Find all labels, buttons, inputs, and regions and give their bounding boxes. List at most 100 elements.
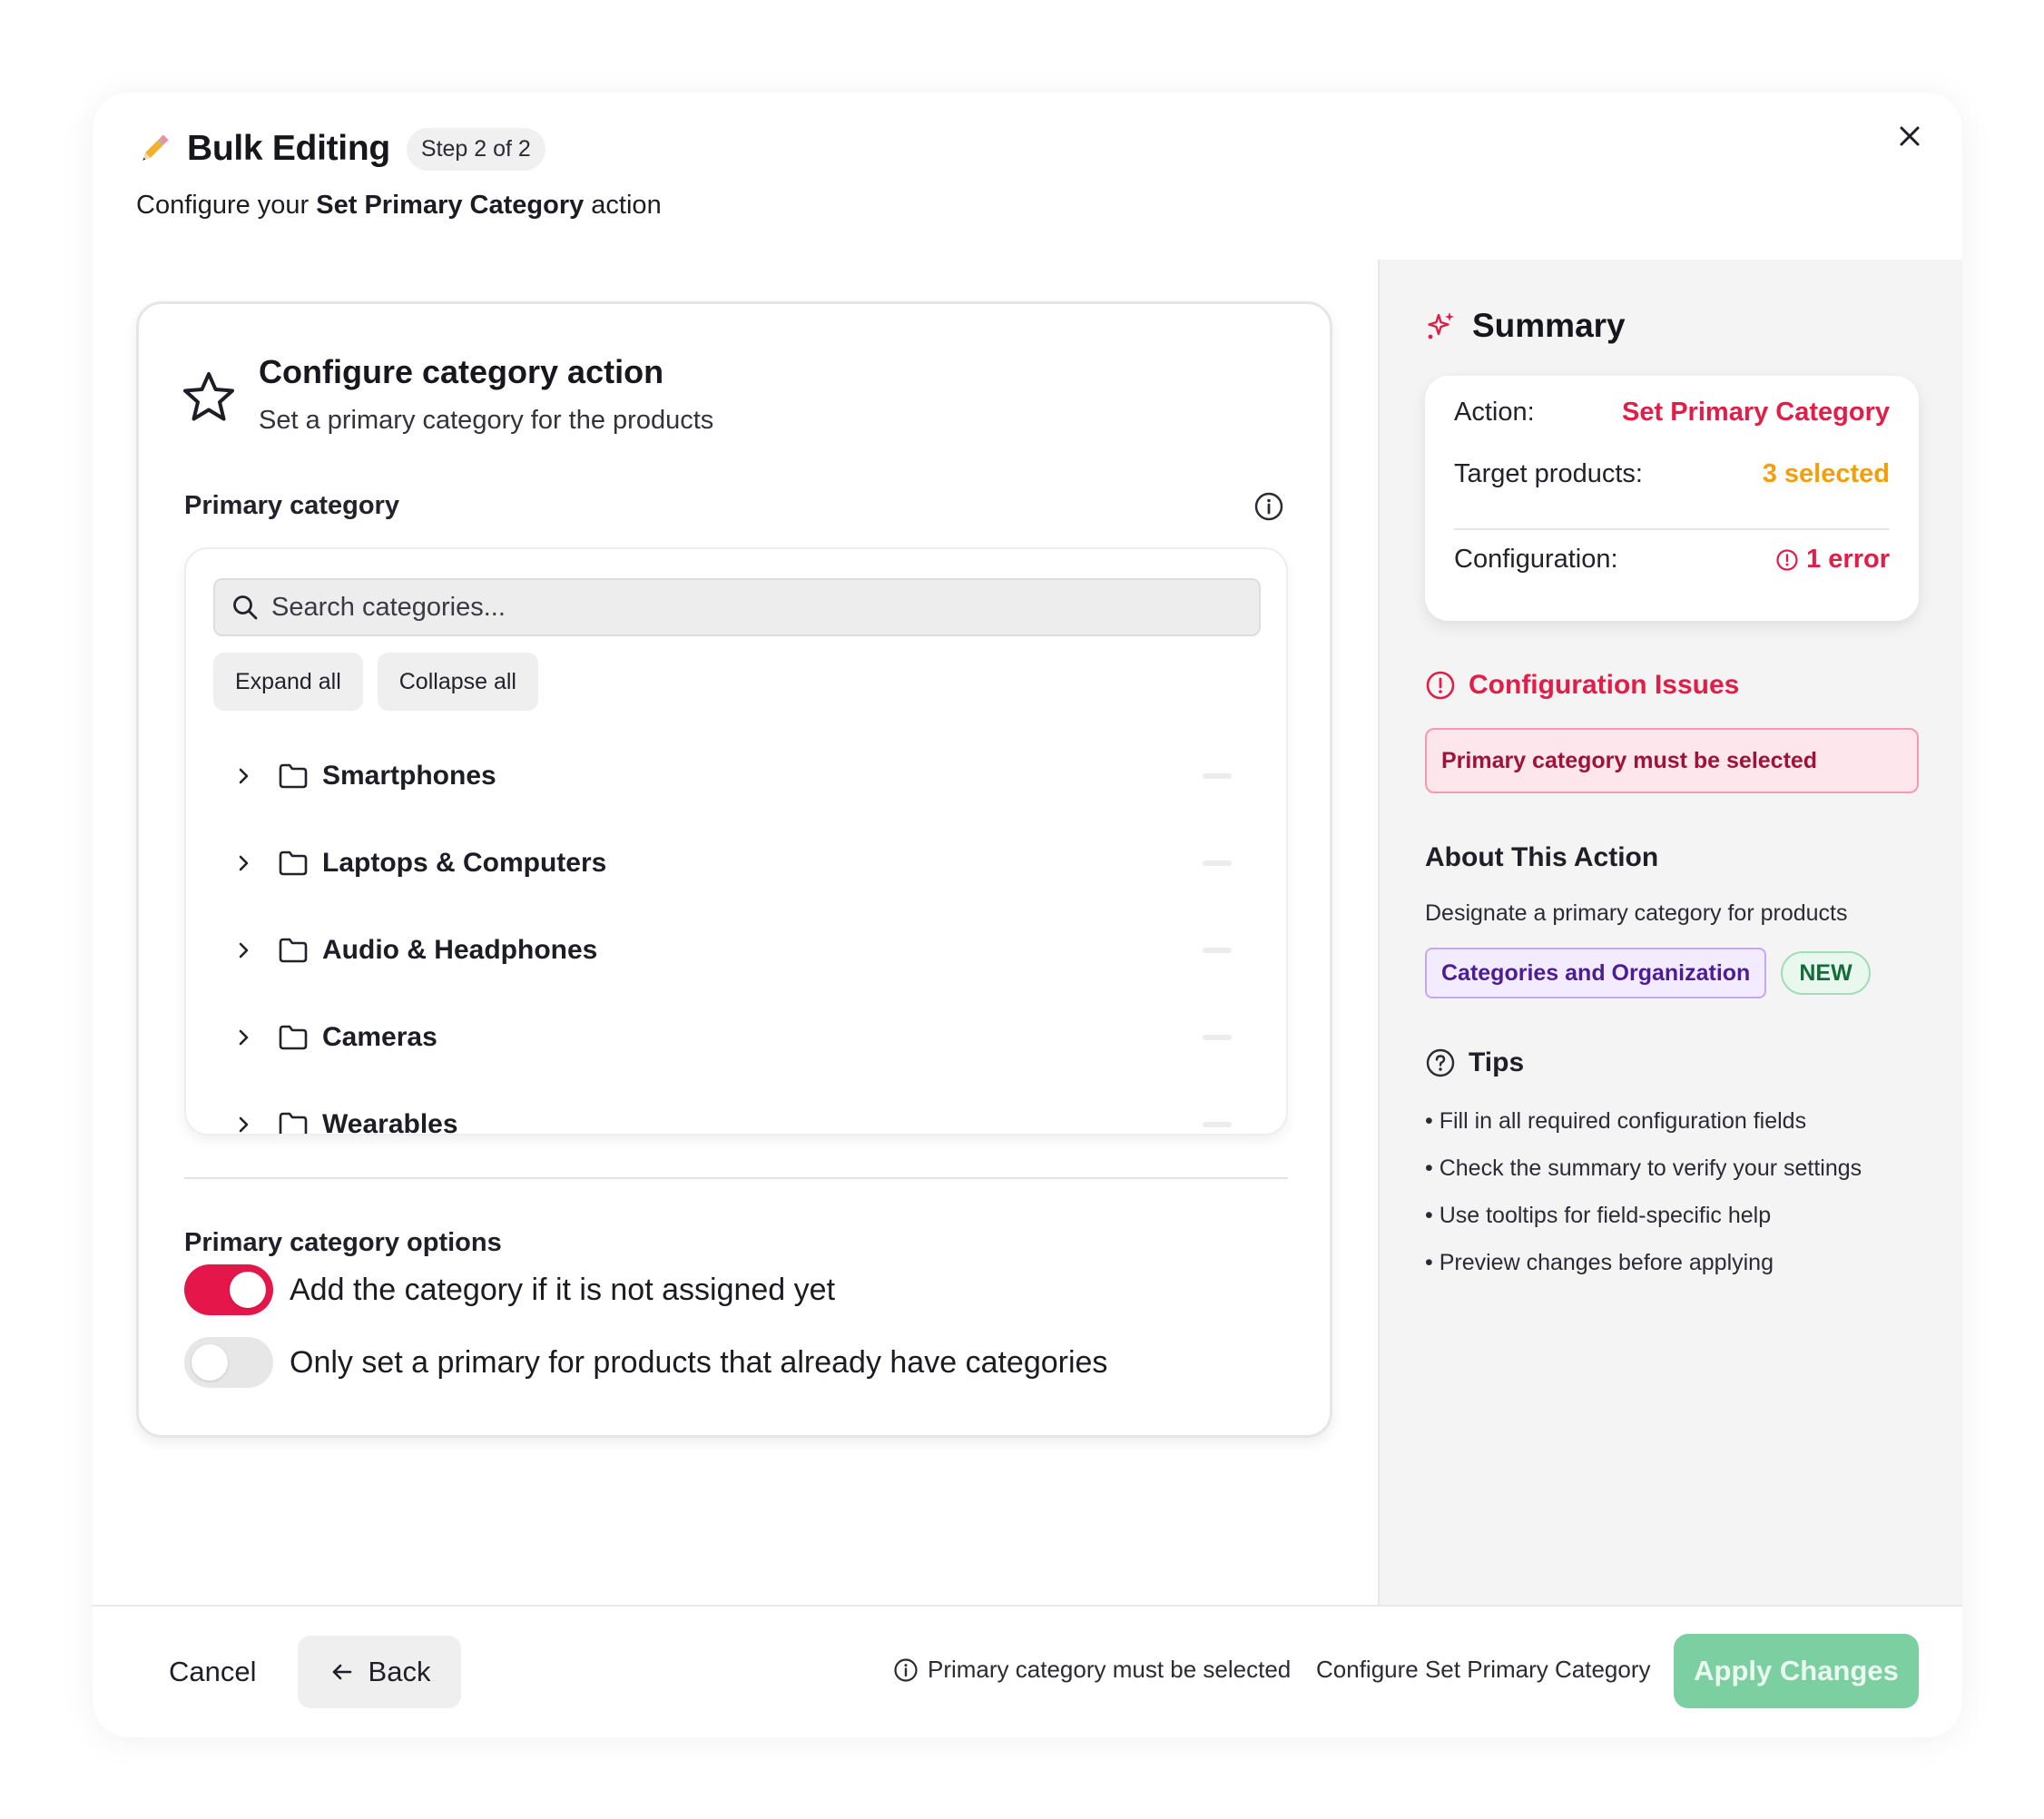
tree-item-label: Laptops & Computers (322, 848, 607, 878)
alert-circle-icon (1426, 671, 1455, 700)
tree-item-placeholder (1203, 773, 1232, 779)
summary-divider (1454, 528, 1890, 530)
summary-title: Summary (1472, 307, 1626, 344)
back-label: Back (368, 1656, 431, 1687)
category-tag: Categories and Organization (1425, 948, 1767, 998)
folder-icon (279, 938, 308, 963)
pencil-icon (142, 134, 169, 161)
folder-icon (279, 1112, 308, 1134)
tips-header: Tips (1425, 1047, 1524, 1078)
summary-header: Summary (1425, 307, 1626, 345)
close-icon (1900, 126, 1920, 146)
config-key: Configuration: (1454, 545, 1618, 574)
option-add-category: Add the category if it is not assigned y… (184, 1264, 835, 1315)
card-subtitle: Set a primary category for the products (259, 406, 714, 435)
config-error: 1 error (1775, 545, 1890, 575)
issues-title: Configuration Issues (1469, 670, 1740, 700)
search-icon (233, 595, 258, 620)
folder-icon (279, 851, 308, 876)
validation-text: Primary category must be selected (928, 1656, 1292, 1683)
close-button[interactable] (1890, 116, 1930, 156)
subtitle-suffix: action (584, 191, 662, 220)
about-description: Designate a primary category for product… (1425, 900, 1848, 926)
tips-title: Tips (1469, 1047, 1525, 1077)
step-badge: Step 2 of 2 (406, 127, 545, 171)
back-button[interactable]: Back (298, 1636, 461, 1708)
tip-item: Check the summary to verify your setting… (1425, 1155, 1862, 1202)
summary-card: Action: Set Primary Category Target prod… (1425, 376, 1919, 621)
only-existing-toggle[interactable] (184, 1337, 273, 1388)
footer-divider (93, 1605, 1962, 1607)
info-icon[interactable] (1253, 491, 1284, 522)
new-badge: NEW (1781, 951, 1871, 995)
targets-key: Target products: (1454, 459, 1643, 488)
modal-header: Bulk Editing Step 2 of 2 (136, 125, 545, 172)
expand-all-button[interactable]: Expand all (213, 653, 363, 711)
tree-item-cameras[interactable]: Cameras (231, 1010, 1257, 1065)
option-label: Add the category if it is not assigned y… (290, 1272, 836, 1307)
apply-changes-button[interactable]: Apply Changes (1674, 1634, 1919, 1708)
bulk-edit-modal: Bulk Editing Step 2 of 2 Configure your … (93, 93, 1962, 1737)
chevron-right-icon[interactable] (231, 851, 257, 876)
footer-validation: Primary category must be selected (893, 1656, 1291, 1684)
tree-item-smartphones[interactable]: Smartphones (231, 749, 1257, 803)
search-input[interactable] (271, 592, 1233, 623)
chevron-right-icon[interactable] (231, 938, 257, 963)
chevron-right-icon[interactable] (231, 1112, 257, 1136)
about-title: About This Action (1425, 842, 1659, 872)
summary-panel: Summary Action: Set Primary Category Tar… (1378, 260, 1962, 1607)
help-circle-icon (1426, 1048, 1455, 1077)
tree-item-audio[interactable]: Audio & Headphones (231, 923, 1257, 978)
footer-configure-label: Configure Set Primary Category (1316, 1656, 1651, 1683)
chevron-right-icon[interactable] (231, 763, 257, 789)
issue-message: Primary category must be selected (1425, 728, 1919, 793)
category-tree: Expand all Collapse all Smartphones Lapt… (184, 547, 1288, 1136)
issues-header: Configuration Issues (1425, 670, 1739, 701)
options-label: Primary category options (184, 1228, 502, 1257)
cancel-button[interactable]: Cancel (136, 1636, 290, 1708)
tip-item: Preview changes before applying (1425, 1249, 1862, 1296)
primary-category-label: Primary category (184, 491, 399, 520)
star-icon (183, 372, 234, 421)
action-value: Set Primary Category (1622, 398, 1890, 427)
tree-controls: Expand all Collapse all (213, 653, 538, 711)
summary-targets-row: Target products: 3 selected (1454, 459, 1890, 489)
config-error-text: 1 error (1806, 545, 1890, 574)
toggle-knob (192, 1344, 228, 1381)
modal-subtitle: Configure your Set Primary Category acti… (136, 191, 662, 221)
tree-item-wearables[interactable]: Wearables (231, 1097, 1257, 1136)
tree-item-label: Cameras (322, 1022, 437, 1052)
arrow-left-icon (332, 1664, 351, 1680)
alert-circle-icon (1776, 548, 1798, 571)
action-key: Action: (1454, 398, 1535, 427)
collapse-all-button[interactable]: Collapse all (377, 653, 538, 711)
info-icon (894, 1657, 918, 1682)
summary-config-row: Configuration: 1 error (1454, 545, 1890, 575)
modal-title: Bulk Editing (187, 129, 390, 168)
summary-action-row: Action: Set Primary Category (1454, 398, 1890, 428)
section-divider (184, 1177, 1288, 1179)
subtitle-prefix: Configure your (136, 191, 317, 220)
subtitle-action: Set Primary Category (316, 191, 585, 220)
tree-item-label: Wearables (322, 1109, 458, 1136)
tree-item-placeholder (1203, 860, 1232, 866)
toggle-knob (230, 1272, 266, 1308)
tip-item: Use tooltips for field-specific help (1425, 1202, 1862, 1249)
tip-item: Fill in all required configuration field… (1425, 1107, 1862, 1155)
tree-item-laptops[interactable]: Laptops & Computers (231, 836, 1257, 890)
tree-item-placeholder (1203, 1122, 1232, 1127)
folder-icon (279, 1025, 308, 1050)
chevron-right-icon[interactable] (231, 1025, 257, 1050)
card-title: Configure category action (259, 353, 664, 390)
tree-item-placeholder (1203, 948, 1232, 953)
folder-icon (279, 763, 308, 789)
tree-item-label: Smartphones (322, 761, 496, 791)
tips-list: Fill in all required configuration field… (1425, 1107, 1862, 1296)
tree-item-label: Audio & Headphones (322, 935, 598, 965)
configure-card: Configure category action Set a primary … (136, 301, 1332, 1438)
add-category-toggle[interactable] (184, 1264, 273, 1315)
option-only-existing: Only set a primary for products that alr… (184, 1337, 1107, 1388)
action-tags: Categories and Organization NEW (1425, 948, 1871, 998)
targets-value: 3 selected (1762, 459, 1890, 488)
sparkles-icon (1428, 312, 1454, 339)
